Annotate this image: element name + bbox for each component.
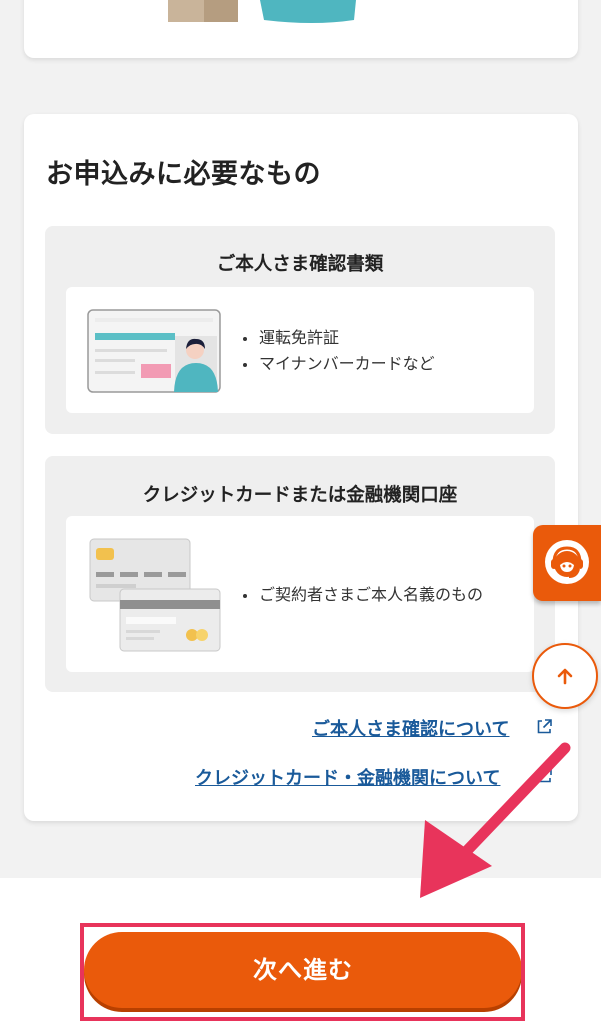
- scroll-top-button[interactable]: [532, 643, 598, 709]
- requirement-payment-method: クレジットカードまたは金融機関口座 ご契約者さまご本人名義のもの: [45, 456, 555, 692]
- credit-cards-icon: [89, 538, 221, 652]
- arrow-up-icon: [557, 668, 573, 685]
- requirement-detail: ご契約者さまご本人名義のもの: [66, 516, 534, 672]
- person-shape: [260, 0, 356, 23]
- list-item: ご契約者さまご本人名義のもの: [241, 582, 483, 608]
- requirement-title: ご本人さま確認書類: [216, 254, 384, 275]
- next-button-highlight: [80, 923, 525, 1021]
- intro-card: [24, 0, 578, 58]
- requirements-card: お申込みに必要なもの ご本人さま確認書類 運転免許証 マイナンバーカードなど ク…: [24, 114, 578, 821]
- external-link-icon: [537, 719, 552, 734]
- support-button[interactable]: [533, 525, 601, 601]
- card-bank-link[interactable]: クレジットカード・金融機関について: [195, 764, 500, 790]
- requirement-detail: 運転免許証 マイナンバーカードなど: [66, 287, 534, 413]
- support-headset-icon: [545, 540, 589, 584]
- requirement-items: 運転免許証 マイナンバーカードなど: [241, 325, 435, 377]
- intro-illustration: [168, 0, 356, 23]
- id-verification-link[interactable]: ご本人さま確認について: [312, 715, 509, 741]
- external-link-icon: [537, 768, 552, 783]
- section-title: お申込みに必要なもの: [46, 159, 321, 190]
- requirement-title: クレジットカードまたは金融機関口座: [142, 485, 458, 506]
- list-item: 運転免許証: [241, 325, 435, 351]
- requirement-id-documents: ご本人さま確認書類 運転免許証 マイナンバーカードなど: [45, 226, 555, 434]
- list-item: マイナンバーカードなど: [241, 351, 435, 377]
- requirement-items: ご契約者さまご本人名義のもの: [241, 582, 483, 608]
- id-card-icon: [87, 309, 221, 393]
